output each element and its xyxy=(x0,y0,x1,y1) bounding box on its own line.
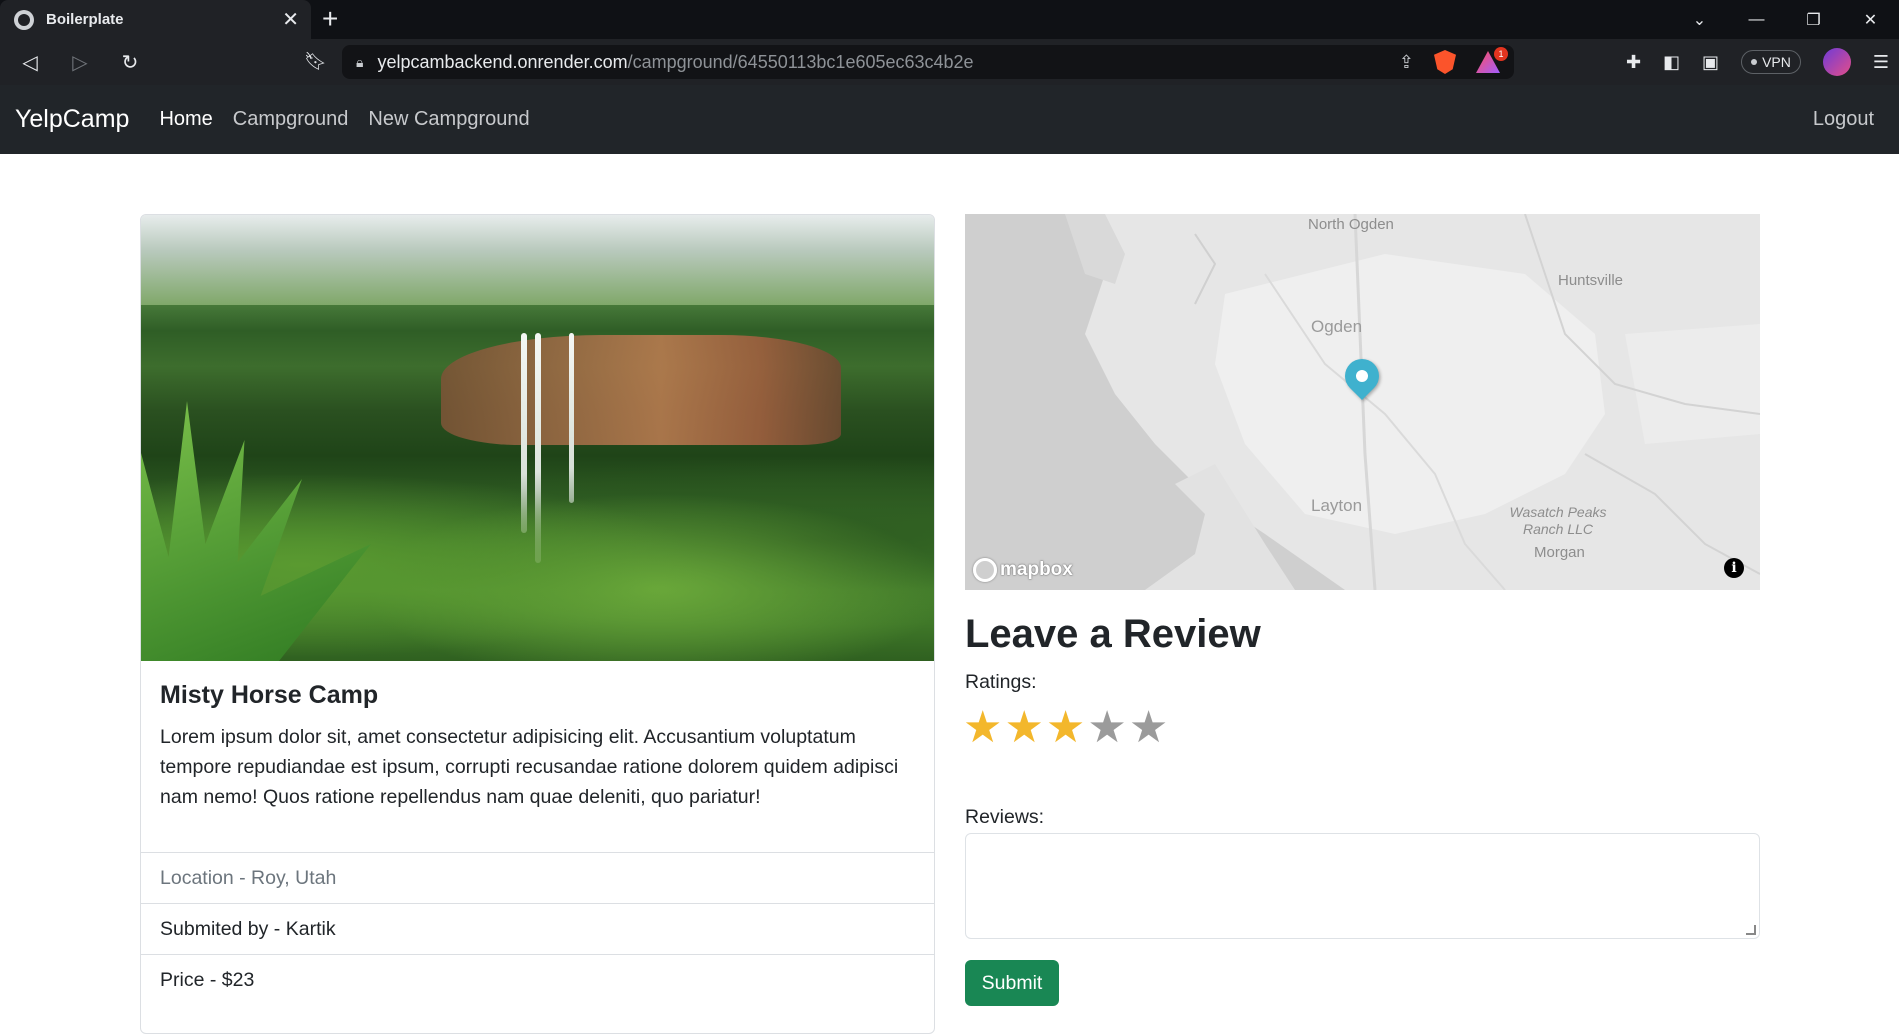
sidebar-icon[interactable]: ◧ xyxy=(1663,52,1680,73)
restore-button[interactable]: ❐ xyxy=(1785,10,1842,30)
logout-link[interactable]: Logout xyxy=(1813,108,1874,131)
minimize-button[interactable]: — xyxy=(1728,11,1785,29)
star-icon[interactable]: ★ xyxy=(1046,706,1085,750)
browser-tab-bar: Boilerplate ✕ + ⌄ — ❐ ✕ xyxy=(0,0,1899,39)
map-label-wasatch-line2: Ranch LLC xyxy=(1522,521,1594,537)
map[interactable]: North Ogden Huntsville Ogden Layton Wasa… xyxy=(965,214,1760,590)
map-terrain xyxy=(965,214,1760,590)
map-info-icon[interactable]: i xyxy=(1724,558,1744,578)
vpn-status-dot xyxy=(1751,59,1758,65)
app-navbar: YelpCamp Home Campground New Campground … xyxy=(0,85,1899,154)
image-hills xyxy=(141,215,934,305)
review-heading: Leave a Review xyxy=(965,612,1261,656)
wallet-icon[interactable]: ▣ xyxy=(1702,52,1719,73)
star-icon[interactable]: ★ xyxy=(1004,706,1043,750)
browser-tab[interactable]: Boilerplate ✕ xyxy=(0,0,311,39)
globe-icon xyxy=(14,9,34,30)
ratings-label: Ratings: xyxy=(965,671,1037,693)
campground-card: Misty Horse Camp Lorem ipsum dolor sit, … xyxy=(140,214,935,1034)
map-label-huntsville: Huntsville xyxy=(1558,272,1624,289)
browser-toolbar: ◁ ▷ ↻ 🔖︎ 🔒︎ yelpcambackend.onrender.com … xyxy=(0,39,1899,85)
card-body: Misty Horse Camp Lorem ipsum dolor sit, … xyxy=(141,661,934,852)
star-rating[interactable]: ★ ★ ★ ★ ★ xyxy=(963,706,1168,750)
nav-link-new-campground[interactable]: New Campground xyxy=(368,108,529,131)
mapbox-icon xyxy=(973,558,997,582)
star-icon[interactable]: ★ xyxy=(1129,706,1168,750)
close-window-button[interactable]: ✕ xyxy=(1842,10,1899,30)
nav-link-campground[interactable]: Campground xyxy=(233,108,349,131)
road xyxy=(1584,453,1760,575)
campground-image xyxy=(141,215,934,661)
map-label-wasatch-line1: Wasatch Peaks xyxy=(1509,504,1607,520)
url-path: /campground/64550113bc1e605ec63c4b2e xyxy=(627,51,974,72)
river xyxy=(1194,233,1217,305)
tab-close-icon[interactable]: ✕ xyxy=(282,10,299,30)
star-icon[interactable]: ★ xyxy=(963,706,1002,750)
campground-title: Misty Horse Camp xyxy=(160,681,379,709)
reload-icon[interactable]: ↻ xyxy=(110,50,150,75)
extensions-icon[interactable]: ✚ xyxy=(1626,52,1641,73)
review-textarea[interactable] xyxy=(965,833,1760,939)
campground-price: Price - $23 xyxy=(141,954,934,1005)
valley-area xyxy=(1625,324,1760,444)
campground-location: Location - Roy, Utah xyxy=(141,852,934,903)
map-label-north-ogden: North Ogden xyxy=(1308,216,1394,233)
nav-link-home[interactable]: Home xyxy=(159,108,212,131)
urban-area xyxy=(1215,254,1605,534)
campground-author: Submited by - Kartik xyxy=(141,903,934,954)
map-label-morgan: Morgan xyxy=(1534,544,1585,561)
vpn-label: VPN xyxy=(1762,54,1791,70)
forward-icon[interactable]: ▷ xyxy=(60,50,100,75)
campground-description: Lorem ipsum dolor sit, amet consectetur … xyxy=(160,726,899,808)
brave-shields-icon[interactable] xyxy=(1434,50,1456,74)
submit-button[interactable]: Submit xyxy=(965,960,1059,1006)
reviews-label: Reviews: xyxy=(965,806,1045,828)
rewards-badge: 1 xyxy=(1494,47,1508,61)
map-label-layton: Layton xyxy=(1311,496,1363,515)
vpn-button[interactable]: VPN xyxy=(1741,50,1801,74)
bookmark-icon[interactable]: 🔖︎ xyxy=(304,51,327,72)
lock-icon[interactable]: 🔒︎ xyxy=(356,54,363,71)
map-label-ogden: Ogden xyxy=(1311,317,1363,336)
map-label-wasatch: Wasatch Peaks Ranch LLC xyxy=(1508,504,1608,538)
back-icon[interactable]: ◁ xyxy=(10,50,50,75)
resize-handle-icon[interactable] xyxy=(1746,925,1756,935)
window-controls: ⌄ — ❐ ✕ xyxy=(1671,0,1899,39)
url-host: yelpcambackend.onrender.com xyxy=(377,51,628,72)
profile-avatar[interactable] xyxy=(1822,48,1851,76)
new-tab-button[interactable]: + xyxy=(322,4,338,34)
menu-icon[interactable]: ☰ xyxy=(1873,52,1889,73)
tab-search-icon[interactable]: ⌄ xyxy=(1671,10,1728,30)
tab-title: Boilerplate xyxy=(46,11,124,28)
share-icon[interactable]: ⇪ xyxy=(1399,52,1414,73)
address-bar[interactable]: 🔒︎ yelpcambackend.onrender.com /campgrou… xyxy=(342,45,1514,79)
mapbox-logo[interactable]: mapbox xyxy=(973,558,1073,582)
brand-link[interactable]: YelpCamp xyxy=(15,105,129,134)
mapbox-wordmark: mapbox xyxy=(1000,559,1073,580)
star-icon[interactable]: ★ xyxy=(1087,706,1126,750)
